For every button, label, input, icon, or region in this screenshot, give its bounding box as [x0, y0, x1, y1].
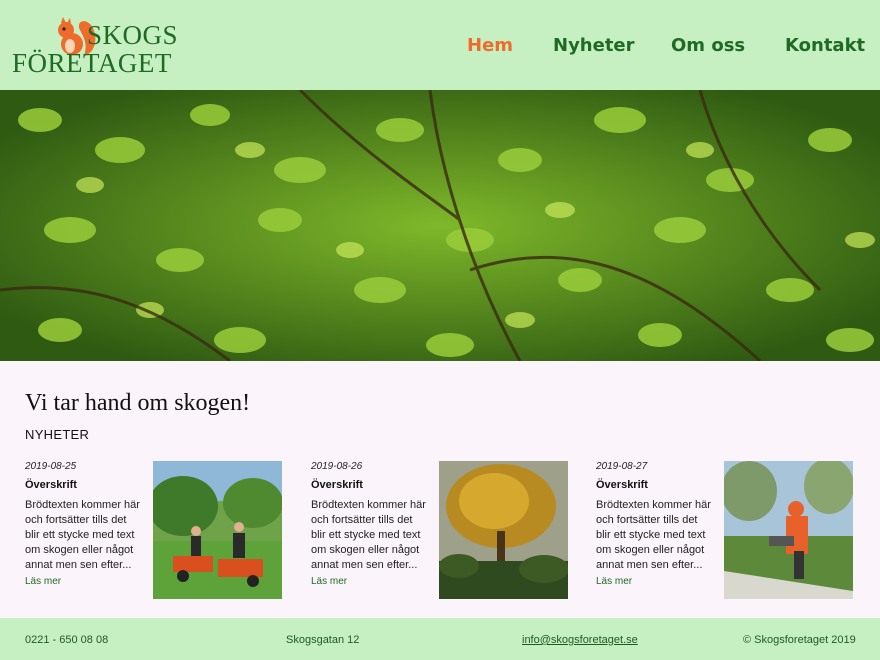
news-title[interactable]: Överskrift: [596, 479, 648, 491]
news-body: Brödtexten kommer här och fortsätter til…: [25, 499, 140, 571]
lawnmowers-picture: [153, 461, 282, 599]
news-date: 2019-08-25: [25, 461, 77, 472]
logo-text-line1: SKOGS: [87, 20, 179, 50]
nav-nyheter[interactable]: Nyheter: [553, 0, 635, 90]
site-header: SKOGS FÖRETAGET Hem Nyheter Om oss Konta…: [0, 0, 880, 90]
news-title[interactable]: Överskrift: [311, 479, 363, 491]
news-image-tree[interactable]: [439, 461, 568, 599]
read-more-link[interactable]: Läs mer: [25, 576, 61, 587]
news-image-lawnmowers[interactable]: [153, 461, 282, 599]
hero-image-leaves: [0, 90, 880, 361]
lumberjack-picture: [724, 461, 853, 599]
logo[interactable]: SKOGS FÖRETAGET: [12, 8, 192, 80]
news-body: Brödtexten kommer här och fortsätter til…: [311, 499, 426, 571]
hero-leaves-illustration: [0, 90, 880, 361]
logo-text-line2: FÖRETAGET: [12, 48, 172, 78]
news-date: 2019-08-26: [311, 461, 363, 472]
news-title[interactable]: Överskrift: [25, 479, 77, 491]
footer-email-link[interactable]: info@skogsforetaget.se: [522, 634, 638, 646]
nav-kontakt[interactable]: Kontakt: [785, 0, 865, 90]
news-card: 2019-08-27 Överskrift Brödtexten kommer …: [596, 461, 854, 601]
news-card: 2019-08-25 Överskrift Brödtexten kommer …: [25, 461, 283, 601]
news-image-lumberjack[interactable]: [724, 461, 853, 599]
site-footer: 0221 - 650 08 08 Skogsgatan 12 info@skog…: [0, 618, 880, 660]
nav-om-oss[interactable]: Om oss: [671, 0, 745, 90]
read-more-link[interactable]: Läs mer: [596, 576, 632, 587]
nav-hem[interactable]: Hem: [467, 0, 513, 90]
news-section-title: NYHETER: [25, 427, 90, 442]
autumn-tree-picture: [439, 461, 568, 599]
news-date: 2019-08-27: [596, 461, 648, 472]
page-headline: Vi tar hand om skogen!: [25, 390, 251, 416]
footer-phone: 0221 - 650 08 08: [25, 634, 109, 646]
footer-copyright: © Skogsforetaget 2019: [743, 634, 856, 646]
news-card: 2019-08-26 Överskrift Brödtexten kommer …: [311, 461, 569, 601]
news-body: Brödtexten kommer här och fortsätter til…: [596, 499, 711, 571]
footer-address: Skogsgatan 12: [286, 634, 360, 646]
read-more-link[interactable]: Läs mer: [311, 576, 347, 587]
